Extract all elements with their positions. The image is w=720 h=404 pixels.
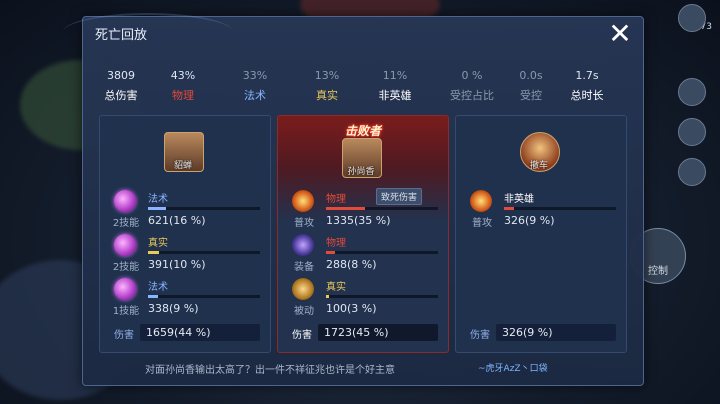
attacker-card-minion: 撤车 普攻 非英雄 326(9 %) 伤害 326(9 %) [455,115,627,353]
hero-name: 孙尚香 [347,167,375,177]
hero-name: 撤车 [529,161,548,171]
chat-icon[interactable] [678,158,706,186]
close-button[interactable]: ✕ [607,20,633,48]
damage-entry: 1技能 法术 338(9 %) [112,278,264,322]
passive-icon [292,278,314,300]
purple-skill-icon [114,190,136,212]
item-icon[interactable] [678,78,706,106]
footer-credit: ~虎牙AzZ丶口袋 [478,364,548,374]
stat-non-hero: 11% 非英雄 [378,69,412,102]
damage-total: 伤害 1659(44 %) [108,324,262,342]
attacker-card-diaochan: 貂蝉 2技能 法术 621(16 %) 2技能 真实 391(10 %) 1技能… [99,115,271,353]
flag-icon[interactable] [678,118,706,146]
attacker-card-sunshangxiang: 击败者 孙尚香 普攻 物理 致死伤害 1335(35 %) 装备 物理 288(… [277,115,449,353]
stat-total-time: 1.7s 总时长 [570,69,604,102]
damage-entry: 普攻 非英雄 326(9 %) [468,190,620,234]
damage-entry: 普攻 物理 致死伤害 1335(35 %) [290,188,442,234]
damage-entry: 2技能 真实 391(10 %) [112,234,264,278]
settings-icon[interactable] [678,4,706,32]
stat-magic: 33% 法术 [242,69,268,102]
panel-title: 死亡回放 [95,28,148,43]
damage-total: 伤害 326(9 %) [464,324,618,342]
control-label: 控制 [648,266,668,277]
basic-attack-icon [470,190,492,212]
hero-name: 貂蝉 [173,161,192,171]
stats-bar: 3809 总伤害 43% 物理 33% 法术 13% 真实 11% 非英雄 0 % 受控占比… [95,65,631,109]
killer-badge: 击败者 [344,124,381,138]
equipment-icon [292,234,314,256]
purple-skill-icon [114,278,136,300]
title-decoration [63,13,233,51]
basic-attack-icon [292,190,314,212]
stat-physical: 43% 物理 [170,69,196,102]
stat-cc-ratio: 0 % 受控占比 [450,69,494,102]
damage-entry: 装备 物理 288(8 %) [290,234,442,278]
death-replay-panel: 死亡回放 ✕ 3809 总伤害 43% 物理 33% 法术 13% 真实 11% 非英雄 … [63,13,644,386]
damage-total: 伤害 1723(45 %) [286,324,440,342]
purple-skill-icon [114,234,136,256]
stat-cc-time: 0.0s 受控 [519,69,543,102]
fatal-damage-tag: 致死伤害 [376,188,423,205]
hud-sidebar: 373 [660,0,720,404]
damage-entry: 2技能 法术 621(16 %) [112,190,264,234]
damage-entry: 被动 真实 100(3 %) [290,278,442,322]
stat-total-damage: 3809 总伤害 [104,69,138,102]
stat-true: 13% 真实 [314,69,340,102]
footer-tip: 对面孙尚香输出太高了？出一件不祥征兆也许是个好主意 [145,365,395,376]
